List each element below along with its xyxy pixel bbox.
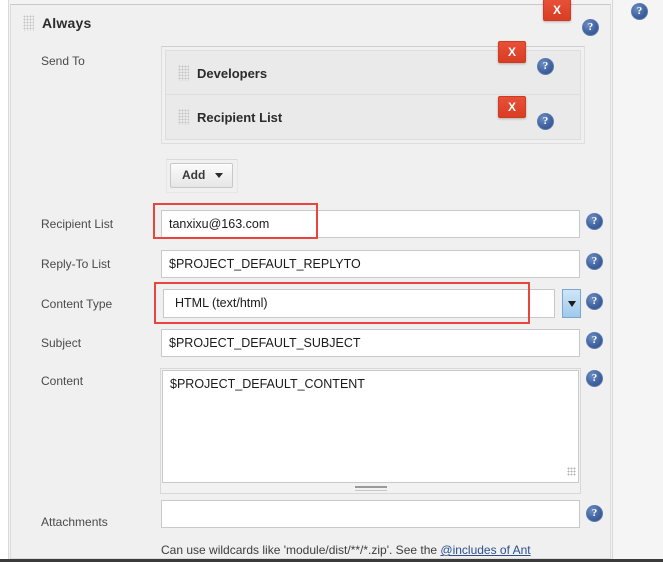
section-header: Always: [23, 15, 91, 31]
content-type-select[interactable]: HTML (text/html): [163, 289, 555, 318]
add-button[interactable]: Add: [170, 163, 234, 188]
chevron-down-icon: [568, 301, 576, 307]
content-type-dropdown-arrow[interactable]: [562, 289, 581, 318]
help-icon-recipient-list[interactable]: [537, 113, 554, 130]
attachments-hint: Can use wildcards like 'module/dist/**/*…: [161, 543, 531, 557]
label-content: Content: [41, 374, 84, 388]
textarea-resize-bar[interactable]: [354, 486, 387, 491]
drag-handle-icon[interactable]: [178, 65, 189, 81]
content-textarea[interactable]: [162, 370, 579, 483]
drag-handle-icon[interactable]: [178, 109, 189, 125]
help-icon-always-trigger[interactable]: [582, 19, 599, 36]
attachments-hint-text: Can use wildcards like 'module/dist/**/*…: [161, 543, 441, 557]
list-item-label: Recipient List: [197, 109, 283, 125]
attachments-input[interactable]: [161, 500, 580, 528]
label-attachments: Attachments: [41, 515, 108, 529]
add-button-label: Add: [182, 168, 206, 182]
delete-trigger-button[interactable]: X: [543, 0, 571, 21]
label-send-to: Send To: [41, 54, 85, 68]
help-icon-reply-to-list[interactable]: [586, 253, 603, 270]
left-gutter: [0, 0, 9, 562]
recipient-list-input[interactable]: [161, 210, 580, 238]
help-icon-developers[interactable]: [537, 58, 554, 75]
subject-input[interactable]: [161, 329, 580, 357]
ant-includes-link[interactable]: @includes of Ant: [440, 543, 530, 557]
outer-help-column: [613, 0, 663, 562]
label-content-type: Content Type: [41, 297, 113, 311]
help-icon-content-type[interactable]: [586, 293, 603, 310]
list-item-label: Developers: [197, 65, 268, 81]
help-icon-attachments[interactable]: [586, 505, 603, 522]
add-button-wrapper: Add: [166, 159, 239, 193]
help-icon-recipient-list-field[interactable]: [586, 213, 603, 230]
label-reply-to-list: Reply-To List: [41, 257, 111, 271]
delete-recipient-developers-button[interactable]: X: [498, 41, 526, 63]
always-trigger-panel: Always X Send To Developers Recipient Li…: [10, 0, 611, 559]
reply-to-list-input[interactable]: [161, 250, 580, 278]
help-icon-outer-section[interactable]: [631, 3, 648, 20]
label-subject: Subject: [41, 336, 82, 350]
drag-handle-icon[interactable]: [23, 15, 34, 31]
label-recipient-list: Recipient List: [41, 217, 114, 231]
help-icon-subject[interactable]: [586, 332, 603, 349]
delete-recipient-list-button[interactable]: X: [498, 96, 526, 118]
chevron-down-icon: [215, 172, 224, 178]
content-textarea-wrapper: [160, 368, 581, 494]
help-icon-content[interactable]: [586, 370, 603, 387]
page-title: Always: [42, 15, 92, 31]
email-notification-config-panel: Always X Send To Developers Recipient Li…: [0, 0, 663, 562]
